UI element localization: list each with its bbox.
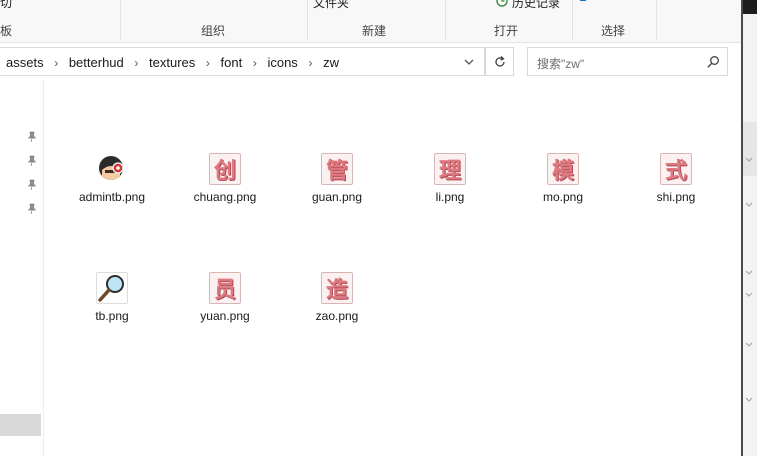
chevron-right-icon[interactable]: › bbox=[246, 56, 264, 70]
ribbon-divider bbox=[120, 0, 121, 40]
file-thumbnail: 式 bbox=[660, 153, 692, 185]
breadcrumb-item-textures[interactable]: textures bbox=[149, 55, 195, 70]
file-name[interactable]: admintb.png bbox=[62, 190, 162, 204]
file-name[interactable]: chuang.png bbox=[175, 190, 275, 204]
background-chevron-icon bbox=[745, 202, 753, 207]
file-item[interactable]: 式 shi.png bbox=[626, 153, 726, 204]
ribbon-new-folder-label[interactable]: 文件夹 bbox=[313, 0, 349, 11]
file-name[interactable]: mo.png bbox=[513, 190, 613, 204]
chevron-right-icon[interactable]: › bbox=[301, 56, 319, 70]
breadcrumb-item-betterhud[interactable]: betterhud bbox=[69, 55, 124, 70]
file-name[interactable]: guan.png bbox=[287, 190, 387, 204]
file-item[interactable]: 管 guan.png bbox=[287, 153, 387, 204]
file-item[interactable]: 创 chuang.png bbox=[175, 153, 275, 204]
breadcrumb-item-zw[interactable]: zw bbox=[323, 55, 339, 70]
file-thumbnail: 员 bbox=[209, 272, 241, 304]
ribbon-accent-mark bbox=[580, 0, 586, 1]
ribbon-cut-label[interactable]: 切 bbox=[0, 0, 12, 11]
group-organize-label: 组织 bbox=[201, 24, 226, 38]
refresh-icon bbox=[495, 56, 505, 67]
file-name[interactable]: li.png bbox=[400, 190, 500, 204]
file-thumbnail: 创 bbox=[209, 153, 241, 185]
background-chevron-icon bbox=[745, 292, 753, 297]
file-item[interactable]: tb.png bbox=[62, 272, 162, 323]
breadcrumb: assets › betterhud › textures › font › i… bbox=[6, 55, 339, 70]
chevron-right-icon[interactable]: › bbox=[127, 56, 145, 70]
background-window-edge bbox=[741, 0, 757, 456]
file-item[interactable]: 理 li.png bbox=[400, 153, 500, 204]
file-name[interactable]: tb.png bbox=[62, 309, 162, 323]
pin-icon[interactable] bbox=[26, 155, 38, 167]
ribbon: 切 文件夹 历史记录 板 组织 新建 打开 选择 bbox=[0, 0, 741, 43]
address-bar[interactable]: assets › betterhud › textures › font › i… bbox=[0, 47, 485, 76]
search-box[interactable]: 搜索"zw" bbox=[527, 47, 728, 76]
file-name[interactable]: shi.png bbox=[626, 190, 726, 204]
file-name[interactable]: yuan.png bbox=[175, 309, 275, 323]
ribbon-divider bbox=[656, 0, 657, 40]
file-thumbnail: 造 bbox=[321, 272, 353, 304]
background-chevron-icon bbox=[745, 157, 753, 162]
ribbon-divider bbox=[572, 0, 573, 40]
ribbon-history-label[interactable]: 历史记录 bbox=[512, 0, 560, 11]
background-chevron-icon bbox=[745, 270, 753, 275]
group-new-label: 新建 bbox=[362, 24, 387, 38]
pin-icon[interactable] bbox=[26, 203, 38, 215]
pin-icon[interactable] bbox=[26, 179, 38, 191]
history-icon bbox=[496, 0, 508, 7]
chevron-right-icon[interactable]: › bbox=[199, 56, 217, 70]
breadcrumb-item-font[interactable]: font bbox=[221, 55, 243, 70]
navigation-pane bbox=[0, 80, 44, 456]
file-thumbnail: 理 bbox=[434, 153, 466, 185]
magnifier-icon bbox=[96, 272, 128, 304]
file-name[interactable]: zao.png bbox=[287, 309, 387, 323]
nav-item-selected[interactable] bbox=[0, 414, 41, 436]
group-open-label: 打开 bbox=[494, 24, 519, 38]
helmet-avatar-icon bbox=[99, 156, 124, 180]
file-item[interactable]: admintb.png bbox=[62, 153, 162, 204]
breadcrumb-item-icons[interactable]: icons bbox=[267, 55, 297, 70]
background-window-block bbox=[743, 122, 757, 176]
file-thumbnail: 管 bbox=[321, 153, 353, 185]
file-item[interactable]: 员 yuan.png bbox=[175, 272, 275, 323]
background-window-titlebar bbox=[743, 0, 757, 14]
search-icon[interactable] bbox=[706, 55, 720, 69]
search-input[interactable]: 搜索"zw" bbox=[537, 55, 584, 72]
chevron-right-icon[interactable]: › bbox=[47, 56, 65, 70]
background-chevron-icon bbox=[745, 397, 753, 402]
file-thumbnail: 模 bbox=[547, 153, 579, 185]
breadcrumb-item-assets[interactable]: assets bbox=[6, 55, 44, 70]
refresh-button[interactable] bbox=[485, 47, 514, 76]
group-clipboard-label: 板 bbox=[0, 24, 13, 38]
file-item[interactable]: 造 zao.png bbox=[287, 272, 387, 323]
ribbon-divider bbox=[307, 0, 308, 40]
file-item[interactable]: 模 mo.png bbox=[513, 153, 613, 204]
chevron-down-icon[interactable] bbox=[462, 55, 476, 69]
group-select-label: 选择 bbox=[601, 24, 626, 38]
background-chevron-icon bbox=[745, 342, 753, 347]
pin-icon[interactable] bbox=[26, 131, 38, 143]
ribbon-divider bbox=[445, 0, 446, 40]
